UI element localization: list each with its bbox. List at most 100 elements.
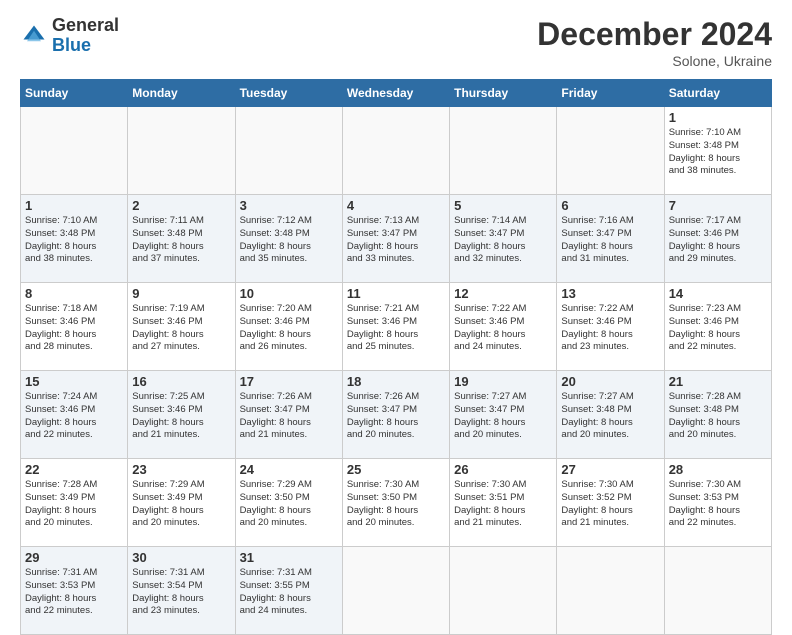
day-number: 29	[25, 550, 123, 565]
logo-icon	[20, 22, 48, 50]
day-info: Sunrise: 7:30 AMSunset: 3:52 PMDaylight:…	[561, 479, 633, 528]
day-info: Sunrise: 7:16 AMSunset: 3:47 PMDaylight:…	[561, 215, 633, 264]
day-number: 16	[132, 374, 230, 389]
day-number: 31	[240, 550, 338, 565]
table-row: 1 Sunrise: 7:10 AMSunset: 3:48 PMDayligh…	[664, 107, 771, 195]
day-info: Sunrise: 7:29 AMSunset: 3:50 PMDaylight:…	[240, 479, 312, 528]
day-info: Sunrise: 7:28 AMSunset: 3:49 PMDaylight:…	[25, 479, 97, 528]
table-row: 12 Sunrise: 7:22 AMSunset: 3:46 PMDaylig…	[450, 283, 557, 371]
day-number: 5	[454, 198, 552, 213]
day-info: Sunrise: 7:25 AMSunset: 3:46 PMDaylight:…	[132, 391, 204, 440]
day-number: 10	[240, 286, 338, 301]
calendar-table: Sunday Monday Tuesday Wednesday Thursday…	[20, 79, 772, 635]
day-info: Sunrise: 7:18 AMSunset: 3:46 PMDaylight:…	[25, 303, 97, 352]
day-info: Sunrise: 7:24 AMSunset: 3:46 PMDaylight:…	[25, 391, 97, 440]
day-number: 24	[240, 462, 338, 477]
table-row: 30 Sunrise: 7:31 AMSunset: 3:54 PMDaylig…	[128, 547, 235, 635]
table-row: 17 Sunrise: 7:26 AMSunset: 3:47 PMDaylig…	[235, 371, 342, 459]
day-info: Sunrise: 7:29 AMSunset: 3:49 PMDaylight:…	[132, 479, 204, 528]
day-info: Sunrise: 7:26 AMSunset: 3:47 PMDaylight:…	[347, 391, 419, 440]
table-row	[664, 547, 771, 635]
day-info: Sunrise: 7:17 AMSunset: 3:46 PMDaylight:…	[669, 215, 741, 264]
table-row	[557, 107, 664, 195]
table-row: 14 Sunrise: 7:23 AMSunset: 3:46 PMDaylig…	[664, 283, 771, 371]
table-row: 26 Sunrise: 7:30 AMSunset: 3:51 PMDaylig…	[450, 459, 557, 547]
day-number: 13	[561, 286, 659, 301]
day-number: 21	[669, 374, 767, 389]
location-subtitle: Solone, Ukraine	[537, 53, 772, 69]
col-saturday: Saturday	[664, 80, 771, 107]
table-row: 21 Sunrise: 7:28 AMSunset: 3:48 PMDaylig…	[664, 371, 771, 459]
day-info: Sunrise: 7:31 AMSunset: 3:53 PMDaylight:…	[25, 567, 97, 616]
day-number: 28	[669, 462, 767, 477]
table-row: 22 Sunrise: 7:28 AMSunset: 3:49 PMDaylig…	[21, 459, 128, 547]
day-number: 27	[561, 462, 659, 477]
day-number: 12	[454, 286, 552, 301]
col-thursday: Thursday	[450, 80, 557, 107]
day-number: 18	[347, 374, 445, 389]
day-info: Sunrise: 7:31 AMSunset: 3:54 PMDaylight:…	[132, 567, 204, 616]
logo-text: General Blue	[52, 16, 119, 56]
day-number: 4	[347, 198, 445, 213]
table-row: 7 Sunrise: 7:17 AMSunset: 3:46 PMDayligh…	[664, 195, 771, 283]
day-info: Sunrise: 7:14 AMSunset: 3:47 PMDaylight:…	[454, 215, 526, 264]
day-number: 14	[669, 286, 767, 301]
day-number: 3	[240, 198, 338, 213]
table-row	[128, 107, 235, 195]
table-row: 15 Sunrise: 7:24 AMSunset: 3:46 PMDaylig…	[21, 371, 128, 459]
table-row	[342, 547, 449, 635]
table-row: 24 Sunrise: 7:29 AMSunset: 3:50 PMDaylig…	[235, 459, 342, 547]
table-row: 31 Sunrise: 7:31 AMSunset: 3:55 PMDaylig…	[235, 547, 342, 635]
table-row	[557, 547, 664, 635]
day-info: Sunrise: 7:30 AMSunset: 3:50 PMDaylight:…	[347, 479, 419, 528]
table-row: 28 Sunrise: 7:30 AMSunset: 3:53 PMDaylig…	[664, 459, 771, 547]
day-number: 26	[454, 462, 552, 477]
table-row: 3 Sunrise: 7:12 AMSunset: 3:48 PMDayligh…	[235, 195, 342, 283]
table-row: 27 Sunrise: 7:30 AMSunset: 3:52 PMDaylig…	[557, 459, 664, 547]
day-info: Sunrise: 7:23 AMSunset: 3:46 PMDaylight:…	[669, 303, 741, 352]
day-number: 30	[132, 550, 230, 565]
title-section: December 2024 Solone, Ukraine	[537, 16, 772, 69]
day-info: Sunrise: 7:19 AMSunset: 3:46 PMDaylight:…	[132, 303, 204, 352]
table-row	[450, 107, 557, 195]
day-info: Sunrise: 7:11 AMSunset: 3:48 PMDaylight:…	[132, 215, 204, 264]
day-info: Sunrise: 7:12 AMSunset: 3:48 PMDaylight:…	[240, 215, 312, 264]
day-info: Sunrise: 7:10 AMSunset: 3:48 PMDaylight:…	[25, 215, 97, 264]
table-row: 20 Sunrise: 7:27 AMSunset: 3:48 PMDaylig…	[557, 371, 664, 459]
day-info: Sunrise: 7:28 AMSunset: 3:48 PMDaylight:…	[669, 391, 741, 440]
table-row	[450, 547, 557, 635]
day-number: 8	[25, 286, 123, 301]
day-info: Sunrise: 7:22 AMSunset: 3:46 PMDaylight:…	[561, 303, 633, 352]
day-number: 22	[25, 462, 123, 477]
page: General Blue December 2024 Solone, Ukrai…	[0, 0, 792, 612]
col-wednesday: Wednesday	[342, 80, 449, 107]
day-info: Sunrise: 7:21 AMSunset: 3:46 PMDaylight:…	[347, 303, 419, 352]
calendar-header-row: Sunday Monday Tuesday Wednesday Thursday…	[21, 80, 772, 107]
day-number: 2	[132, 198, 230, 213]
day-info: Sunrise: 7:20 AMSunset: 3:46 PMDaylight:…	[240, 303, 312, 352]
month-title: December 2024	[537, 16, 772, 53]
day-info: Sunrise: 7:10 AMSunset: 3:48 PMDaylight:…	[669, 127, 741, 176]
logo-blue: Blue	[52, 35, 91, 55]
col-sunday: Sunday	[21, 80, 128, 107]
table-row: 4 Sunrise: 7:13 AMSunset: 3:47 PMDayligh…	[342, 195, 449, 283]
logo: General Blue	[20, 16, 119, 56]
table-row: 16 Sunrise: 7:25 AMSunset: 3:46 PMDaylig…	[128, 371, 235, 459]
table-row: 29 Sunrise: 7:31 AMSunset: 3:53 PMDaylig…	[21, 547, 128, 635]
day-info: Sunrise: 7:27 AMSunset: 3:47 PMDaylight:…	[454, 391, 526, 440]
day-info: Sunrise: 7:30 AMSunset: 3:53 PMDaylight:…	[669, 479, 741, 528]
table-row: 11 Sunrise: 7:21 AMSunset: 3:46 PMDaylig…	[342, 283, 449, 371]
table-row	[235, 107, 342, 195]
day-number: 19	[454, 374, 552, 389]
table-row: 19 Sunrise: 7:27 AMSunset: 3:47 PMDaylig…	[450, 371, 557, 459]
day-number: 11	[347, 286, 445, 301]
day-number: 6	[561, 198, 659, 213]
logo-general: General	[52, 15, 119, 35]
day-info: Sunrise: 7:22 AMSunset: 3:46 PMDaylight:…	[454, 303, 526, 352]
day-number: 1	[25, 198, 123, 213]
table-row	[342, 107, 449, 195]
day-number: 20	[561, 374, 659, 389]
table-row: 25 Sunrise: 7:30 AMSunset: 3:50 PMDaylig…	[342, 459, 449, 547]
table-row: 18 Sunrise: 7:26 AMSunset: 3:47 PMDaylig…	[342, 371, 449, 459]
table-row: 10 Sunrise: 7:20 AMSunset: 3:46 PMDaylig…	[235, 283, 342, 371]
